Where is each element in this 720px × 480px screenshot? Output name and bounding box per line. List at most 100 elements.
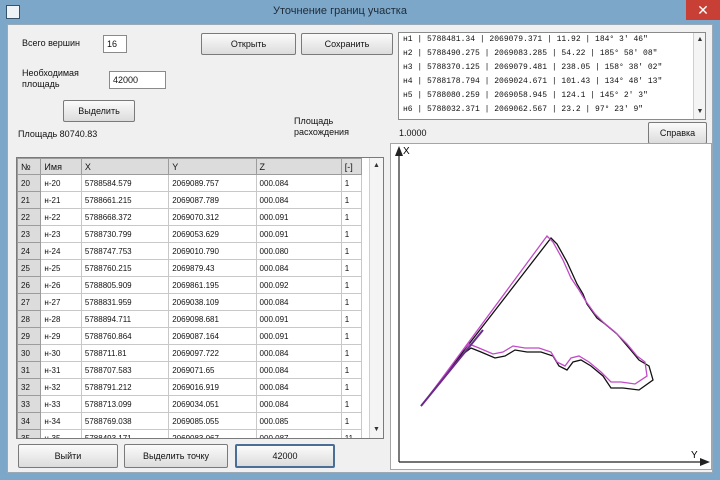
required-area-input[interactable]: 42000 (109, 71, 166, 89)
table-cell[interactable]: 2069016.919 (168, 378, 257, 396)
table-cell[interactable]: н-25 (40, 259, 82, 277)
table-row[interactable]: 30 н-30 5788711.81 2069097.722 000.084 1 (17, 344, 363, 362)
table-scrollbar[interactable]: ▲ ▼ (369, 158, 383, 438)
table-cell[interactable]: н-27 (40, 293, 82, 311)
close-button[interactable]: ✕ (686, 0, 720, 20)
save-button[interactable]: Сохранить (301, 33, 393, 55)
table-row[interactable]: 21 н-21 5788661.215 2069087.789 000.084 1 (17, 191, 363, 209)
table-cell[interactable]: 29 (17, 327, 42, 345)
table-cell[interactable]: н-35 (40, 429, 82, 438)
column-header-name[interactable]: Имя (40, 158, 82, 175)
table-row[interactable]: 34 н-34 5788769.038 2069085.055 000.085 1 (17, 412, 363, 430)
table-cell[interactable]: 5788661.215 (80, 191, 170, 209)
table-cell[interactable]: 1 (340, 395, 363, 413)
table-cell[interactable]: 22 (17, 208, 42, 226)
table-cell[interactable]: 20 (17, 174, 42, 192)
table-cell[interactable]: 5788894.711 (80, 310, 170, 328)
table-cell[interactable]: н-34 (40, 412, 82, 430)
table-cell[interactable]: 27 (17, 293, 42, 311)
table-row[interactable]: 24 н-24 5788747.753 2069010.790 000.080 1 (17, 242, 363, 260)
table-cell[interactable]: 1 (340, 174, 363, 192)
select-point-button[interactable]: Выделить точку (124, 444, 228, 468)
plot-canvas[interactable]: X Y (390, 143, 712, 470)
table-cell[interactable]: 1 (340, 361, 363, 379)
table-cell[interactable]: 2069087.789 (168, 191, 257, 209)
table-row[interactable]: 29 н-29 5788760.864 2069087.164 000.091 1 (17, 327, 363, 345)
table-cell[interactable]: н-28 (40, 310, 82, 328)
table-cell[interactable]: 2069098.681 (168, 310, 257, 328)
table-cell[interactable]: н-21 (40, 191, 82, 209)
apply-area-button[interactable]: 42000 (235, 444, 335, 468)
table-cell[interactable]: 1 (340, 225, 363, 243)
table-cell[interactable]: 23 (17, 225, 42, 243)
points-count-input[interactable]: 16 (103, 35, 127, 53)
table-cell[interactable]: 34 (17, 412, 42, 430)
table-cell[interactable]: 5788760.215 (80, 259, 170, 277)
table-cell[interactable]: н-20 (40, 174, 82, 192)
table-cell[interactable]: 000.085 (255, 412, 342, 430)
table-cell[interactable]: 2069861.195 (168, 276, 257, 294)
table-cell[interactable]: 1 (340, 208, 363, 226)
table-cell[interactable]: 1 (340, 191, 363, 209)
points-table[interactable]: № Имя X Y Z [-] 20 н-20 5788584.579 2069089… (16, 157, 384, 439)
table-cell[interactable]: н-30 (40, 344, 82, 362)
exit-button[interactable]: Выйти (18, 444, 118, 468)
table-cell[interactable]: 32 (17, 378, 42, 396)
table-cell[interactable]: 5788769.038 (80, 412, 170, 430)
table-cell[interactable]: 000.091 (255, 225, 342, 243)
coordinate-line[interactable]: н6 | 5788032.371 | 2069062.567 | 23.2 | … (399, 103, 705, 117)
table-cell[interactable]: 21 (17, 191, 42, 209)
table-cell[interactable]: н-32 (40, 378, 82, 396)
table-cell[interactable]: 5788713.099 (80, 395, 170, 413)
table-cell[interactable]: н-31 (40, 361, 82, 379)
table-cell[interactable]: 2069083.067 (168, 429, 257, 438)
table-cell[interactable]: 1 (340, 327, 363, 345)
coordinates-scrollbar[interactable]: ▲ ▼ (693, 33, 705, 119)
table-cell[interactable]: 5788493.171 (80, 429, 170, 438)
table-cell[interactable]: 2069010.790 (168, 242, 257, 260)
table-cell[interactable]: 2069087.164 (168, 327, 257, 345)
scroll-down-icon[interactable]: ▼ (694, 106, 705, 118)
table-row[interactable]: 32 н-32 5788791.212 2069016.919 000.084 1 (17, 378, 363, 396)
table-cell[interactable]: 5788668.372 (80, 208, 170, 226)
table-cell[interactable]: 000.080 (255, 242, 342, 260)
table-cell[interactable]: 1 (340, 412, 363, 430)
table-row[interactable]: 35 н-35 5788493.171 2069083.067 000.087 11 (17, 429, 363, 438)
open-button[interactable]: Открыть (201, 33, 296, 55)
table-cell[interactable]: 5788707.583 (80, 361, 170, 379)
table-cell[interactable]: н-33 (40, 395, 82, 413)
table-cell[interactable]: 000.084 (255, 361, 342, 379)
table-cell[interactable]: 2069879.43 (168, 259, 257, 277)
table-cell[interactable]: 5788791.212 (80, 378, 170, 396)
table-cell[interactable]: 000.084 (255, 378, 342, 396)
table-cell[interactable]: 24 (17, 242, 42, 260)
table-cell[interactable]: 2069053.629 (168, 225, 257, 243)
table-cell[interactable]: 000.084 (255, 191, 342, 209)
table-cell[interactable]: 11 (340, 429, 363, 438)
coordinates-listbox[interactable]: н1 | 5788481.34 | 2069079.371 | 11.92 | … (398, 32, 706, 120)
table-cell[interactable]: 000.084 (255, 174, 342, 192)
table-cell[interactable]: 30 (17, 344, 42, 362)
table-cell[interactable]: 26 (17, 276, 42, 294)
table-cell[interactable]: 1 (340, 242, 363, 260)
table-row[interactable]: 25 н-25 5788760.215 2069879.43 000.084 1 (17, 259, 363, 277)
table-cell[interactable]: 1 (340, 310, 363, 328)
table-cell[interactable]: 000.084 (255, 259, 342, 277)
table-cell[interactable]: 000.092 (255, 276, 342, 294)
table-row[interactable]: 22 н-22 5788668.372 2069070.312 000.091 1 (17, 208, 363, 226)
table-cell[interactable]: н-26 (40, 276, 82, 294)
table-cell[interactable]: 000.084 (255, 395, 342, 413)
table-cell[interactable]: 1 (340, 344, 363, 362)
table-cell[interactable]: н-23 (40, 225, 82, 243)
table-cell[interactable]: 000.091 (255, 208, 342, 226)
table-cell[interactable]: 5788831.959 (80, 293, 170, 311)
table-scroll-down-icon[interactable]: ▼ (370, 424, 383, 436)
table-cell[interactable]: 1 (340, 293, 363, 311)
table-cell[interactable]: 35 (17, 429, 42, 438)
table-cell[interactable]: 5788711.81 (80, 344, 170, 362)
table-row[interactable]: 31 н-31 5788707.583 2069071.65 000.084 1 (17, 361, 363, 379)
coordinate-line[interactable]: н4 | 5788178.794 | 2069024.671 | 101.43 … (399, 75, 705, 89)
table-cell[interactable]: 2069071.65 (168, 361, 257, 379)
table-cell[interactable]: 2069038.109 (168, 293, 257, 311)
table-row[interactable]: 28 н-28 5788894.711 2069098.681 000.091 1 (17, 310, 363, 328)
